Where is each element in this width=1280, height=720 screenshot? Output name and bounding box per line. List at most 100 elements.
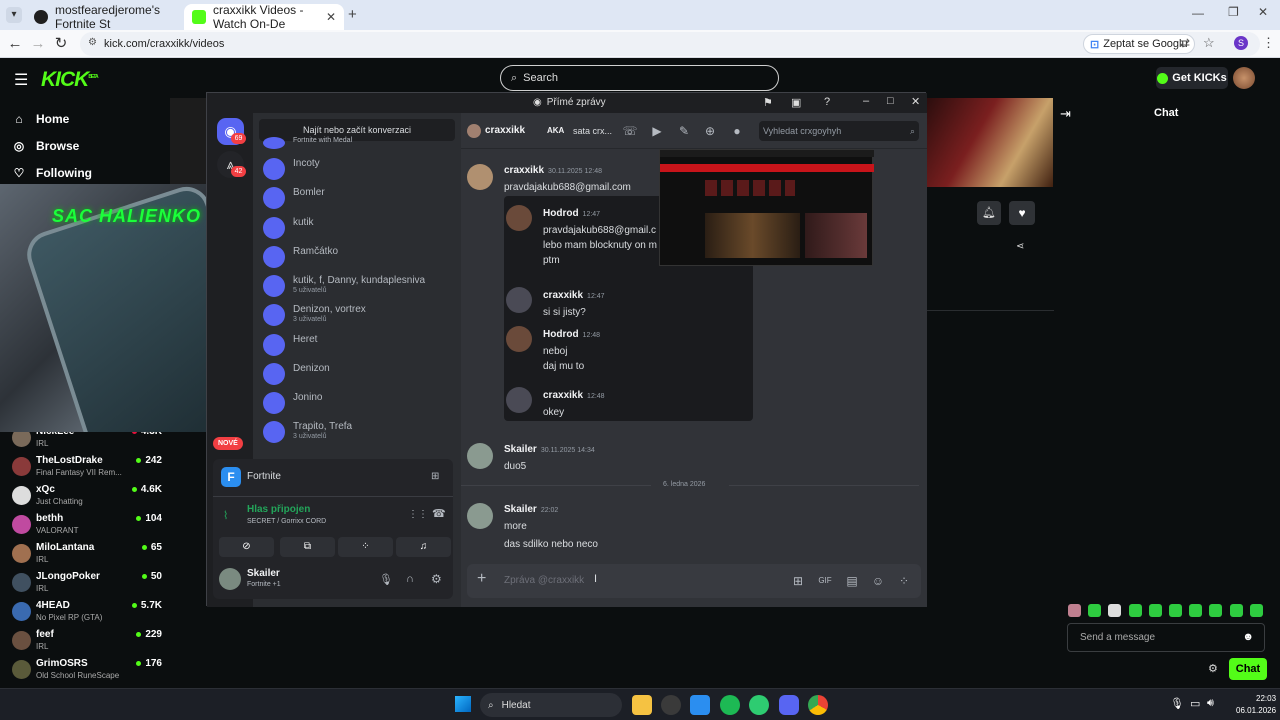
minimize-icon[interactable]: –: [863, 95, 869, 107]
channel-item[interactable]: MiloLantana IRL 65: [12, 542, 162, 571]
spotify-icon[interactable]: [720, 695, 740, 715]
add-friends-icon[interactable]: ⊕: [701, 122, 719, 140]
reload-icon[interactable]: ↻: [52, 35, 70, 53]
nav-home[interactable]: ⌂ Home: [12, 112, 69, 126]
channel-item[interactable]: feef IRL 229: [12, 629, 162, 658]
close-tab-icon[interactable]: ✕: [326, 10, 336, 24]
chrome-icon[interactable]: [808, 695, 828, 715]
chat-message[interactable]: Skailer 30.11.2025 14:34 duo5: [467, 439, 917, 472]
emote-icon[interactable]: [1249, 604, 1263, 617]
dm-item[interactable]: Ramčátko: [263, 243, 453, 272]
screen-share-icon[interactable]: ⧉: [280, 537, 335, 557]
emote-icon[interactable]: [1148, 604, 1162, 617]
dm-item[interactable]: kutik, f, Danny, kundaplesniva 5 uživatel…: [263, 272, 453, 301]
get-kicks-button[interactable]: Get KICKs: [1156, 67, 1228, 89]
channel-item[interactable]: GrimOSRS Old School RuneScape 176: [12, 658, 162, 687]
share-icon[interactable]: ⋖: [1016, 241, 1024, 252]
emoji-icon[interactable]: ☺: [869, 572, 887, 590]
emote-icon[interactable]: [1068, 604, 1081, 617]
microphone-icon[interactable]: 🎙︎: [1170, 697, 1184, 710]
emote-icon[interactable]: [1229, 604, 1243, 617]
inbox-flag-icon[interactable]: ⚑: [763, 96, 773, 109]
emote-icon[interactable]: [1209, 604, 1223, 617]
emote-icon[interactable]: [1088, 604, 1102, 617]
follow-heart-icon[interactable]: ♥: [1009, 201, 1035, 225]
dm-item[interactable]: Jonino: [263, 389, 453, 418]
new-badge[interactable]: NOVÉ: [213, 437, 243, 450]
emoji-picker-icon[interactable]: ☻: [1242, 631, 1254, 643]
noise-suppression-icon[interactable]: ⋮⋮: [408, 509, 428, 520]
message-avatar[interactable]: [467, 503, 493, 529]
dm-item[interactable]: Incoty: [263, 155, 453, 184]
app-icon[interactable]: [749, 695, 769, 715]
apps-icon[interactable]: ⁘: [895, 572, 913, 590]
ask-google-button[interactable]: ⊡ Zeptat se Googlu: [1083, 34, 1195, 54]
bookmark-star-icon[interactable]: ☆: [1203, 35, 1215, 51]
profile-icon[interactable]: ●: [728, 122, 746, 140]
steam-icon[interactable]: [661, 695, 681, 715]
hamburger-menu-icon[interactable]: ☰: [14, 70, 28, 90]
voice-call-icon[interactable]: ☏: [621, 122, 639, 140]
channel-item[interactable]: JLongoPoker IRL 50: [12, 571, 162, 600]
channel-item[interactable]: xQc Just Chatting 4.6K: [12, 484, 162, 513]
disconnect-icon[interactable]: ☎: [432, 507, 446, 520]
dm-item[interactable]: Fortnite with Medal: [263, 134, 453, 149]
back-icon[interactable]: ←: [6, 35, 24, 53]
channel-item[interactable]: TheLostDrake Final Fantasy VII Rem... 242: [12, 455, 162, 484]
message-input[interactable]: + Zpráva @craxxikk I ⊞ GIF ▤ ☺ ⁘: [467, 564, 921, 598]
dm-item[interactable]: Denizon, vortrex 3 uživatelů: [263, 301, 453, 330]
nav-browse[interactable]: ◎ Browse: [12, 139, 80, 153]
collapse-chat-icon[interactable]: ⇥: [1060, 106, 1071, 122]
kick-logo[interactable]: KICKBETA: [41, 68, 99, 92]
settings-gear-icon[interactable]: ⚙: [431, 572, 442, 586]
new-tab-icon[interactable]: +: [348, 6, 357, 23]
sticker-icon[interactable]: ▤: [843, 572, 861, 590]
chat-message[interactable]: Skailer 22:02 more das sdilko nebo neco: [467, 499, 917, 550]
activity-settings-icon[interactable]: ⊞: [431, 471, 439, 482]
taskbar-clock[interactable]: 22:03 06.01.2026: [1236, 693, 1276, 717]
dm-item[interactable]: kutik: [263, 214, 453, 243]
dm-item[interactable]: Bomler: [263, 184, 453, 213]
search-input[interactable]: ⌕ Search: [500, 65, 779, 91]
video-call-icon[interactable]: ▶: [648, 122, 666, 140]
forward-icon[interactable]: →: [29, 35, 47, 53]
browser-menu-icon[interactable]: ⋮: [1262, 35, 1275, 51]
soundboard-icon[interactable]: ♫: [396, 537, 451, 557]
start-icon[interactable]: [455, 696, 471, 712]
dm-search-input[interactable]: Vyhledat crxgoyhyh ⌕: [759, 121, 919, 141]
message-author[interactable]: Skailer: [504, 444, 537, 455]
headphones-icon[interactable]: ∩: [406, 573, 414, 585]
restore-window-icon[interactable]: ❐: [1228, 5, 1239, 19]
browser-tab-1[interactable]: mostfearedjerome's Fortnite St: [26, 3, 184, 31]
aka-names[interactable]: sata crx...: [573, 126, 612, 136]
gif-icon[interactable]: GIF: [816, 572, 834, 590]
message-author[interactable]: Skailer: [504, 504, 537, 515]
translate-icon[interactable]: ⇄: [1180, 36, 1190, 50]
user-avatar[interactable]: [1233, 67, 1255, 89]
close-window-icon[interactable]: ✕: [1258, 5, 1268, 19]
emote-icon[interactable]: [1108, 604, 1122, 617]
nav-following[interactable]: ♡ Following: [12, 166, 92, 180]
browser-tab-2[interactable]: craxxikk Videos - Watch On-De ✕: [184, 3, 344, 31]
notification-bell-icon[interactable]: 🔔︎: [977, 201, 1001, 225]
camera-off-icon[interactable]: ⊘: [219, 537, 274, 557]
network-icon[interactable]: ▭: [1190, 697, 1200, 710]
send-chat-button[interactable]: Chat: [1229, 658, 1267, 680]
chat-message-input[interactable]: Send a message ☻: [1067, 623, 1265, 652]
microphone-icon[interactable]: 🎙︎: [379, 573, 393, 586]
gift-icon[interactable]: ⊞: [789, 572, 807, 590]
tab-search-button[interactable]: ▾: [6, 7, 22, 23]
profile-avatar[interactable]: S: [1234, 36, 1248, 50]
channel-item[interactable]: 4HEAD No Pixel RP (GTA) 5.7K: [12, 600, 162, 629]
discord-icon[interactable]: [779, 695, 799, 715]
user-avatar[interactable]: [219, 568, 241, 590]
dm-item[interactable]: Heret: [263, 331, 453, 360]
channel-item[interactable]: bethh VALORANT 104: [12, 513, 162, 542]
site-info-icon[interactable]: ⚙: [88, 37, 97, 48]
dm-item[interactable]: Denizon: [263, 360, 453, 389]
message-avatar[interactable]: [467, 443, 493, 469]
emote-icon[interactable]: [1189, 604, 1203, 617]
dm-item[interactable]: Trapito, Trefa 3 uživatelů: [263, 418, 453, 447]
message-avatar[interactable]: [467, 164, 493, 190]
close-icon[interactable]: ✕: [911, 95, 920, 108]
